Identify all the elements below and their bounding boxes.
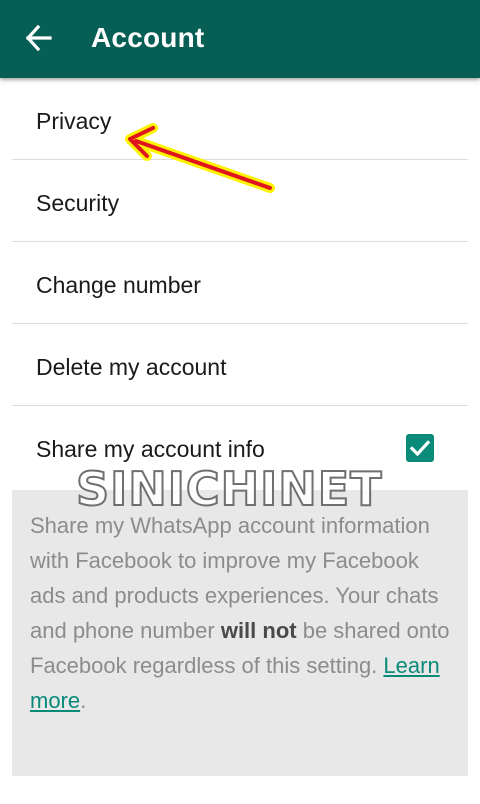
watermark: SINICHINET: [75, 461, 383, 517]
settings-menu: Privacy Security Change number Delete my…: [0, 78, 480, 406]
menu-item-label: Security: [36, 190, 120, 216]
description-period: .: [80, 688, 87, 713]
share-account-info-checkbox[interactable]: [406, 434, 434, 462]
page-title: Account: [91, 22, 205, 53]
menu-item-change-number[interactable]: Change number: [0, 242, 480, 324]
menu-item-security[interactable]: Security: [0, 160, 480, 242]
share-info-description: Share my WhatsApp account information wi…: [30, 508, 460, 718]
checkmark-icon: [409, 440, 431, 457]
arrow-back-icon: [25, 24, 52, 52]
menu-item-label: Delete my account: [36, 354, 227, 380]
share-account-info-label: Share my account info: [36, 436, 265, 462]
share-info-description-box: Share my WhatsApp account information wi…: [12, 490, 468, 776]
description-emphasis: will not: [220, 618, 297, 643]
back-button[interactable]: [16, 17, 60, 61]
menu-item-label: Privacy: [36, 108, 112, 134]
menu-item-privacy[interactable]: Privacy: [0, 78, 480, 160]
account-settings-screen: Account Privacy Security Change number D…: [0, 0, 480, 804]
menu-item-delete-account[interactable]: Delete my account: [0, 324, 480, 406]
app-bar: Account: [0, 0, 480, 78]
menu-item-label: Change number: [36, 272, 201, 298]
